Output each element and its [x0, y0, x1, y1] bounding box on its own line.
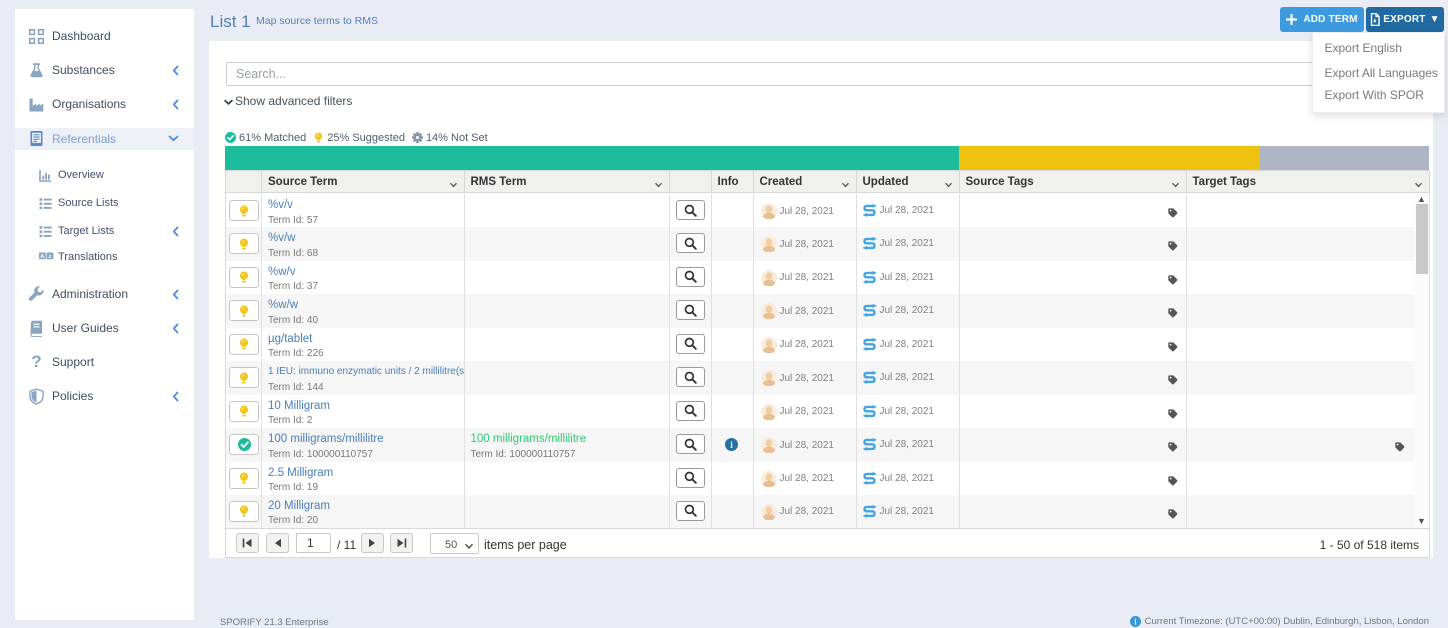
svg-text:z: z [49, 254, 52, 260]
svg-text:i: i [730, 441, 733, 451]
